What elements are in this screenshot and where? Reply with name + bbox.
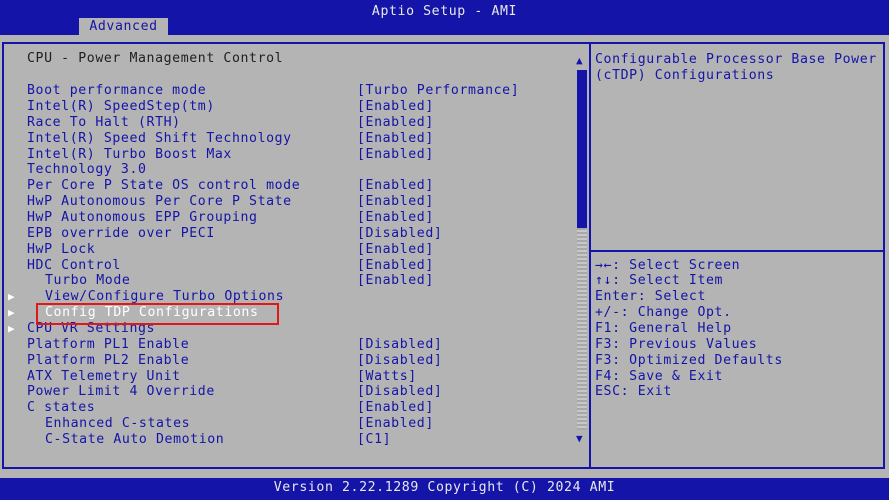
setting-label: HwP Autonomous EPP Grouping bbox=[27, 210, 258, 225]
setting-value[interactable]: [Enabled] bbox=[357, 131, 434, 147]
key-help-general-help: F1: General Help bbox=[595, 321, 732, 336]
setting-value[interactable]: [Enabled] bbox=[357, 273, 434, 289]
setting-value[interactable]: [Enabled] bbox=[357, 194, 434, 210]
setting-value[interactable]: [Disabled] bbox=[357, 353, 442, 369]
setting-label: Intel(R) Speed Shift Technology bbox=[27, 131, 292, 146]
setting-label: HDC Control bbox=[27, 258, 121, 273]
setting-label: Turbo Mode bbox=[45, 273, 131, 288]
setting-value[interactable]: [Enabled] bbox=[357, 210, 434, 226]
setting-label: Race To Halt (RTH) bbox=[27, 115, 181, 130]
panel-divider bbox=[589, 42, 591, 469]
key-help-select-screen: →←: Select Screen bbox=[595, 258, 741, 273]
submenu-arrow-icon: ▶ bbox=[8, 306, 16, 319]
setting-label: Power Limit 4 Override bbox=[27, 384, 215, 399]
setting-value[interactable]: [Enabled] bbox=[357, 242, 434, 258]
submenu-arrow-icon: ▶ bbox=[8, 322, 16, 335]
top-bar: Aptio Setup - AMI Advanced bbox=[0, 0, 889, 35]
setting-label: Intel(R) SpeedStep(tm) bbox=[27, 99, 215, 114]
setting-value[interactable]: [C1] bbox=[357, 432, 391, 448]
key-help-optimized-defaults: F3: Optimized Defaults bbox=[595, 353, 783, 368]
setting-value[interactable]: [Enabled] bbox=[357, 178, 434, 194]
setting-label: Platform PL1 Enable bbox=[27, 337, 190, 352]
setting-label: Intel(R) Turbo Boost Max bbox=[27, 147, 232, 162]
setting-label: EPB override over PECI bbox=[27, 226, 215, 241]
setting-label: C states bbox=[27, 400, 96, 415]
key-help-previous-values: F3: Previous Values bbox=[595, 337, 758, 352]
setting-label: HwP Lock bbox=[27, 242, 96, 257]
setting-value[interactable]: [Enabled] bbox=[357, 99, 434, 115]
setting-label: Technology 3.0 bbox=[27, 162, 147, 177]
setting-value[interactable]: [Enabled] bbox=[357, 147, 434, 163]
app-title: Aptio Setup - AMI bbox=[371, 4, 518, 19]
setting-label: C-State Auto Demotion bbox=[45, 432, 225, 447]
setting-value[interactable]: [Enabled] bbox=[357, 416, 434, 432]
key-help-enter: Enter: Select bbox=[595, 289, 707, 304]
setting-value[interactable]: [Enabled] bbox=[357, 258, 434, 274]
key-help-esc-exit: ESC: Exit bbox=[595, 384, 672, 399]
scrollbar-thumb[interactable] bbox=[577, 70, 587, 228]
submenu-arrow-icon: ▶ bbox=[8, 290, 16, 303]
setting-value[interactable]: [Disabled] bbox=[357, 384, 442, 400]
key-help-save-exit: F4: Save & Exit bbox=[595, 369, 724, 384]
setting-label: Per Core P State OS control mode bbox=[27, 178, 301, 193]
setting-value[interactable]: [Enabled] bbox=[357, 400, 434, 416]
highlight-box bbox=[36, 303, 279, 325]
scroll-down-arrow-icon[interactable]: ▼ bbox=[576, 432, 583, 445]
help-divider bbox=[591, 250, 885, 252]
setting-value[interactable]: [Disabled] bbox=[357, 337, 442, 353]
setting-value[interactable]: [Disabled] bbox=[357, 226, 442, 242]
setting-label: ATX Telemetry Unit bbox=[27, 369, 181, 384]
setting-label: HwP Autonomous Per Core P State bbox=[27, 194, 292, 209]
setting-value[interactable]: [Enabled] bbox=[357, 115, 434, 131]
item-help-text: Configurable Processor Base Power (cTDP)… bbox=[595, 52, 886, 83]
setting-value[interactable]: [Watts] bbox=[357, 369, 417, 385]
section-title: CPU - Power Management Control bbox=[27, 51, 284, 66]
key-help-select-item: ↑↓: Select Item bbox=[595, 273, 724, 288]
key-help-change-opt: +/-: Change Opt. bbox=[595, 305, 732, 320]
footer-version: Version 2.22.1289 Copyright (C) 2024 AMI bbox=[0, 478, 889, 500]
scroll-up-arrow-icon[interactable]: ▲ bbox=[576, 54, 583, 67]
setting-label: Enhanced C-states bbox=[45, 416, 191, 431]
setting-value[interactable]: [Turbo Performance] bbox=[357, 83, 519, 99]
setting-label: Boot performance mode bbox=[27, 83, 207, 98]
setting-label: Platform PL2 Enable bbox=[27, 353, 190, 368]
tab-advanced[interactable]: Advanced bbox=[79, 18, 168, 35]
